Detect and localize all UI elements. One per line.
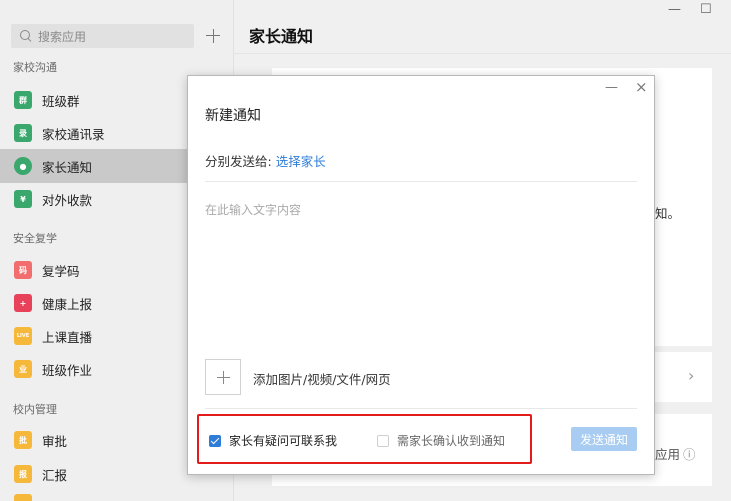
health-report-icon: + — [14, 294, 32, 312]
section-label-safety: 安全复学 — [13, 232, 57, 245]
add-attachment-button[interactable] — [205, 359, 241, 395]
sidebar-item-label: 家长通知 — [42, 159, 93, 175]
live-icon: LIVE — [14, 327, 32, 345]
info-icon[interactable]: ⓘ — [683, 444, 696, 463]
divider — [205, 181, 637, 182]
dialog-close-button[interactable]: × — [635, 78, 648, 96]
option-require-confirm[interactable]: 需家长确认收到通知 — [377, 432, 505, 449]
search-input[interactable]: 搜索应用 — [11, 24, 194, 48]
search-placeholder: 搜索应用 — [38, 29, 87, 44]
report-icon: 报 — [14, 465, 32, 483]
contacts-icon: 录 — [14, 124, 32, 142]
add-app-button[interactable] — [200, 24, 226, 48]
recipient-row: 分别发送给: 选择家长 — [205, 151, 326, 170]
dialog-title: 新建通知 — [205, 108, 261, 124]
qr-code-icon: 码 — [14, 261, 32, 279]
divider — [205, 408, 637, 409]
sidebar-item-label: 健康上报 — [42, 296, 93, 312]
sidebar-item-label: 上课直播 — [42, 329, 93, 345]
attach-label: 添加图片/视频/文件/网页 — [253, 372, 391, 387]
class-group-icon: 群 — [14, 91, 32, 109]
option-label: 家长有疑问可联系我 — [229, 434, 338, 448]
partial-icon — [14, 494, 32, 501]
contact-me-checkbox[interactable] — [209, 434, 221, 447]
recipient-label: 分别发送给: — [205, 154, 272, 169]
approval-icon: 批 — [14, 431, 32, 449]
sidebar-item-label: 班级群 — [42, 93, 80, 109]
intro-text-fragment: 知。 — [655, 206, 681, 221]
app-text-fragment: 应用 — [655, 447, 681, 462]
search-row: 搜索应用 — [11, 23, 226, 49]
search-icon — [19, 29, 33, 43]
chat-bubble-icon: ● — [14, 157, 32, 175]
sidebar-item-label: 家校通讯录 — [42, 126, 105, 142]
option-contact-me[interactable]: 家长有疑问可联系我 — [209, 432, 337, 449]
homework-icon: 业 — [14, 360, 32, 378]
window-maximize-button[interactable]: ☐ — [700, 2, 712, 17]
section-label-home-school: 家校沟通 — [13, 61, 57, 74]
page-title: 家长通知 — [249, 27, 314, 46]
dialog-minimize-button[interactable]: — — [605, 80, 618, 95]
select-parents-link[interactable]: 选择家长 — [276, 154, 326, 169]
section-label-school-admin: 校内管理 — [13, 403, 57, 416]
payment-icon: ¥ — [14, 190, 32, 208]
new-notice-dialog: — × 新建通知 分别发送给: 选择家长 在此输入文字内容 添加图片/视频/文件/… — [187, 75, 655, 475]
sidebar-item-label: 班级作业 — [42, 362, 93, 378]
require-confirm-checkbox[interactable] — [377, 434, 389, 447]
sidebar-item-label: 对外收款 — [42, 192, 93, 208]
header-divider — [234, 53, 731, 54]
sidebar-item-label: 审批 — [42, 433, 68, 449]
option-label: 需家长确认收到通知 — [397, 434, 506, 448]
sidebar-item-label: 复学码 — [42, 263, 80, 279]
content-input[interactable]: 在此输入文字内容 — [205, 201, 301, 218]
window-minimize-button[interactable]: — — [668, 2, 681, 17]
send-notice-button[interactable]: 发送通知 — [571, 427, 637, 451]
chevron-right-icon: › — [688, 366, 695, 385]
sidebar-item-label: 汇报 — [42, 467, 68, 483]
